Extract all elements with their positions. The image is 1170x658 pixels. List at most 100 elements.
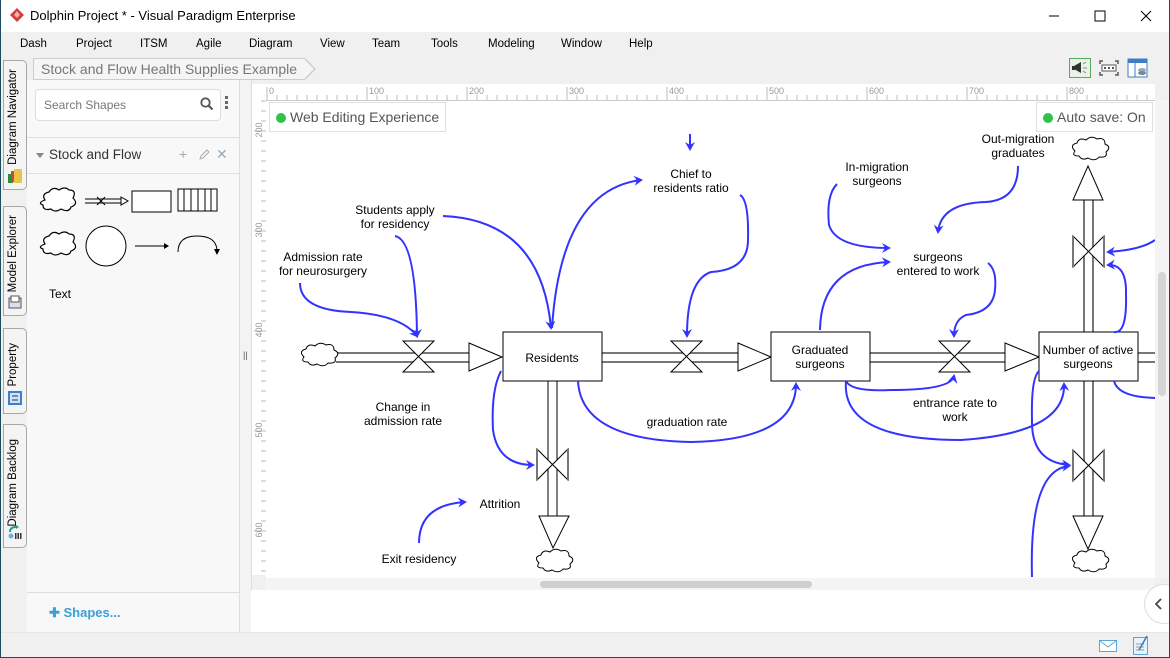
stock-graduated-surgeons[interactable]: Graduated surgeons <box>770 331 871 382</box>
label-entrance-rate-1[interactable]: entrance rate to <box>913 396 997 410</box>
stock-residents[interactable]: Residents <box>502 331 603 382</box>
add-icon[interactable]: + <box>179 146 187 162</box>
connector-outmigration-to-surgeons-entered[interactable] <box>933 165 1019 234</box>
label-change-admission-1[interactable]: Change in <box>376 400 431 414</box>
connector-inmigration-to-surgeons-entered[interactable] <box>827 183 891 253</box>
connector-right-to-outmigration-valve[interactable] <box>1106 239 1155 257</box>
ruler-label: 400 <box>669 86 684 96</box>
tab-diagram-backlog[interactable]: Diagram Backlog <box>3 424 27 548</box>
connector-residents-to-attrition[interactable] <box>491 370 535 470</box>
stock-active-surgeons[interactable]: Number of active surgeons <box>1038 331 1139 382</box>
tab-model-explorer[interactable]: Model Explorer <box>3 206 27 316</box>
remove-icon[interactable]: ✕ <box>216 146 228 163</box>
connector-active-to-outmigration-valve[interactable] <box>1106 259 1128 334</box>
ruler-label: 300 <box>254 222 264 237</box>
label-admission-rate-1[interactable]: Admission rate <box>283 250 363 264</box>
panel-splitter[interactable]: || <box>240 80 252 632</box>
connector-admission-to-valve[interactable] <box>299 282 419 338</box>
shape-queue[interactable] <box>177 188 218 212</box>
shape-cloud[interactable] <box>39 187 77 212</box>
layers-panel-icon[interactable] <box>1127 58 1149 78</box>
valve-out-migration[interactable] <box>1072 234 1105 269</box>
connector-graduated-to-surgeons-entered[interactable] <box>819 257 891 331</box>
label-in-migration-1[interactable]: In-migration <box>845 160 908 174</box>
close-button[interactable] <box>1123 0 1169 32</box>
diagram-canvas[interactable]: Residents Graduated surgeons Number of a… <box>266 101 1155 578</box>
edit-pencil-icon[interactable] <box>198 149 210 161</box>
ruler-label: 0 <box>269 86 274 96</box>
shape-flow[interactable] <box>85 196 130 206</box>
label-chief-ratio-1[interactable]: Chief to <box>670 167 712 181</box>
menu-project[interactable]: Project <box>76 38 112 50</box>
search-shapes-input[interactable] <box>42 97 196 113</box>
connector-students-to-residents[interactable] <box>442 215 556 330</box>
notes-icon[interactable] <box>1133 635 1149 655</box>
label-change-admission-2[interactable]: admission rate <box>364 414 442 428</box>
menu-tools[interactable]: Tools <box>431 38 458 50</box>
valve-graduation[interactable] <box>669 340 704 373</box>
minimize-button[interactable] <box>1031 0 1077 32</box>
menu-team[interactable]: Team <box>372 38 400 50</box>
valve-entrance[interactable] <box>937 340 972 373</box>
menu-agile[interactable]: Agile <box>196 38 222 50</box>
label-out-migration-1[interactable]: Out-migration <box>982 132 1055 146</box>
announcement-icon[interactable] <box>1069 58 1091 78</box>
web-editing-badge[interactable]: Web Editing Experience <box>269 102 447 132</box>
sink-cloud-out-migration[interactable] <box>1071 136 1110 161</box>
diagram-backlog-icon <box>8 525 22 539</box>
label-students-apply-1[interactable]: Students apply <box>355 203 434 217</box>
label-surgeons-entered-1[interactable]: surgeons <box>913 250 962 264</box>
vertical-scroll-thumb[interactable] <box>1158 272 1166 396</box>
label-attrition[interactable]: Attrition <box>480 497 521 511</box>
search-icon[interactable] <box>200 97 214 111</box>
label-exit-residency[interactable]: Exit residency <box>382 552 457 566</box>
shape-text-tool[interactable]: Text <box>49 287 71 301</box>
collapse-caret-icon[interactable] <box>36 153 44 158</box>
stock-and-flow-section[interactable]: Stock and Flow + ✕ <box>27 137 239 174</box>
side-tabs: Diagram Navigator Model Explorer Propert… <box>1 56 27 636</box>
valve-retirement[interactable] <box>1072 448 1105 483</box>
label-entrance-rate-2[interactable]: work <box>941 410 968 424</box>
valve-attrition[interactable] <box>536 447 569 482</box>
breadcrumb[interactable]: Stock and Flow Health Supplies Example <box>33 58 306 80</box>
menu-dash[interactable]: Dash <box>20 38 47 50</box>
menu-view[interactable]: View <box>320 38 345 50</box>
label-chief-ratio-2[interactable]: residents ratio <box>653 181 729 195</box>
connector-residents-to-chief[interactable] <box>551 175 643 329</box>
ruler-label: 400 <box>254 322 264 337</box>
menu-help[interactable]: Help <box>629 38 653 50</box>
connector-exit-to-attrition[interactable] <box>418 497 467 544</box>
shape-stock[interactable] <box>131 190 172 213</box>
connector-bottom-to-retirement[interactable] <box>1030 461 1071 578</box>
shape-curved-connector[interactable] <box>177 235 220 255</box>
connector-chief-to-valve[interactable] <box>682 194 750 338</box>
label-graduation-rate[interactable]: graduation rate <box>647 415 728 429</box>
shape-cloud-2[interactable] <box>39 231 77 256</box>
mail-icon[interactable] <box>1099 640 1117 652</box>
sink-cloud-retirement[interactable] <box>1071 548 1110 573</box>
valve-admission[interactable] <box>401 340 436 373</box>
tab-diagram-navigator[interactable]: Diagram Navigator <box>3 60 27 190</box>
label-admission-rate-2[interactable]: for neurosurgery <box>279 264 367 278</box>
panel-menu-icon[interactable] <box>225 96 228 111</box>
horizontal-scroll-thumb[interactable] <box>540 581 812 588</box>
shape-converter[interactable] <box>85 225 127 267</box>
label-in-migration-2[interactable]: surgeons <box>852 174 901 188</box>
menu-diagram[interactable]: Diagram <box>249 38 292 50</box>
connector-residents-to-graduated[interactable] <box>577 380 801 444</box>
menu-itsm[interactable]: ITSM <box>140 38 167 50</box>
more-shapes-link[interactable]: ✚ Shapes... <box>49 605 121 621</box>
source-cloud[interactable] <box>300 342 339 367</box>
maximize-button[interactable] <box>1077 0 1123 32</box>
label-students-apply-2[interactable]: for residency <box>361 217 430 231</box>
search-shapes-field[interactable] <box>35 89 221 121</box>
sink-cloud-attrition[interactable] <box>535 548 574 573</box>
label-out-migration-2[interactable]: graduates <box>991 146 1044 160</box>
fit-diagram-icon[interactable] <box>1098 58 1120 78</box>
menu-modeling[interactable]: Modeling <box>488 38 535 50</box>
auto-save-badge[interactable]: Auto save: On <box>1036 102 1153 132</box>
label-surgeons-entered-2[interactable]: entered to work <box>897 264 981 278</box>
shape-connector[interactable] <box>135 243 169 249</box>
menu-window[interactable]: Window <box>561 38 602 50</box>
tab-property[interactable]: Property <box>3 328 27 414</box>
